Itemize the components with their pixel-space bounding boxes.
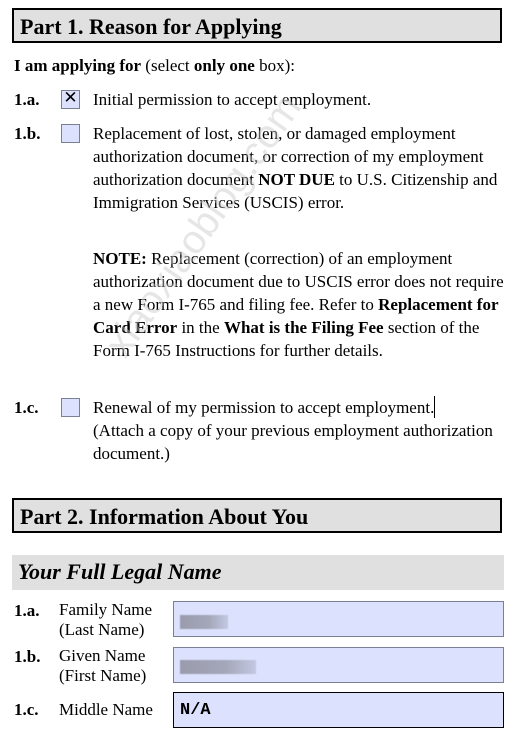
note-paragraph: NOTE: Replacement (correction) of an emp… [93,247,508,362]
family-name-label-2: (Last Name) [59,620,145,639]
intro-bold-1: I am applying for [14,56,142,75]
redacted-value [180,615,228,629]
field-1a-number: 1.a. [14,601,40,620]
option-1c-text-1: Renewal of my permission to accept emplo… [93,398,435,417]
note-label: NOTE: [93,249,147,268]
option-1a-number: 1.a. [14,90,40,109]
option-1a-checkbox[interactable]: ✕ [61,88,80,109]
part1-intro: I am applying for (select only one box): [14,56,295,76]
field-1c-number: 1.c. [14,700,39,719]
option-1b-bold: NOT DUE [258,170,335,189]
part2-title: Part 2. Information About You [20,504,309,529]
middle-name-value: N/A [180,701,211,720]
family-name-label: Family Name (Last Name) [59,600,152,640]
given-name-label: Given Name (First Name) [59,646,146,686]
given-name-input[interactable] [173,647,504,683]
part1-title: Part 1. Reason for Applying [20,14,282,39]
option-1b-checkbox[interactable] [61,124,80,143]
family-name-label-1: Family Name [59,600,153,619]
option-1b-number: 1.b. [14,124,41,143]
option-1c-checkbox[interactable] [61,398,80,417]
middle-name-label: Middle Name [59,700,153,719]
field-1b-number: 1.b. [14,647,41,666]
text-cursor [434,396,436,418]
option-1a-text: Initial permission to accept employment. [93,90,372,109]
note-bold-2: What is the Filing Fee [223,318,384,337]
middle-name-input[interactable]: N/A [173,692,504,728]
family-name-input[interactable] [173,601,504,637]
option-1c-text: Renewal of my permission to accept emplo… [93,396,508,465]
intro-text-1: (select [141,56,194,75]
legal-name-subheader: Your Full Legal Name [12,555,504,590]
part2-header: Part 2. Information About You [12,498,502,533]
given-name-label-2: (First Name) [59,666,147,685]
option-1c-number: 1.c. [14,398,39,417]
check-mark-icon: ✕ [63,88,78,108]
redacted-value [180,660,256,674]
legal-name-title: Your Full Legal Name [18,559,222,584]
intro-bold-2: only one [193,56,255,75]
given-name-label-1: Given Name [59,646,146,665]
intro-text-2: box): [254,56,295,75]
option-1c-text-2: (Attach a copy of your previous employme… [93,421,493,463]
option-1b-text: Replacement of lost, stolen, or damaged … [93,122,508,214]
part1-header: Part 1. Reason for Applying [12,8,502,43]
note-text-2: in the [177,318,224,337]
